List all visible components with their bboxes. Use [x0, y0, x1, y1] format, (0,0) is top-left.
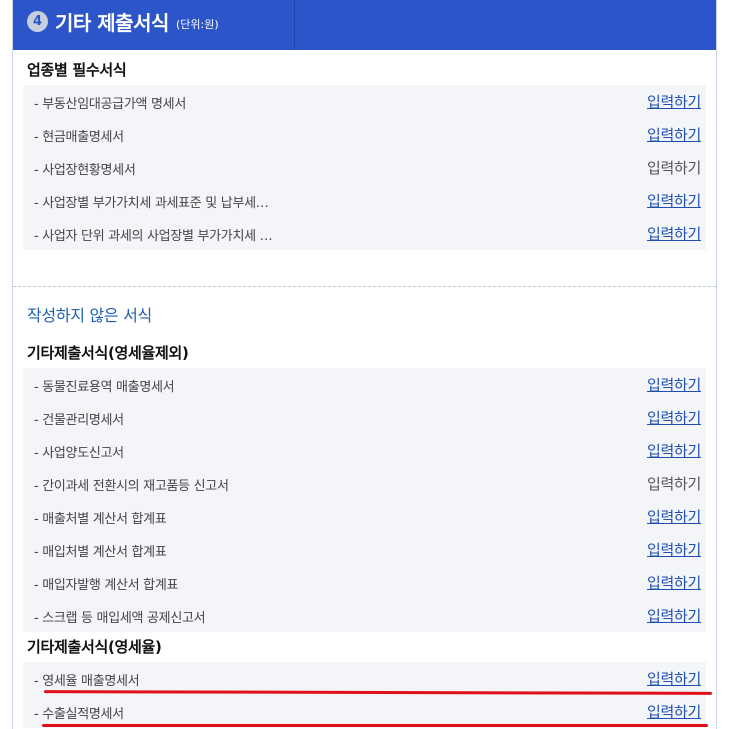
form-row: - 건물관리명세서 입력하기 [23, 401, 706, 434]
form-row: - 매입처별 계산서 합계표 입력하기 [23, 533, 706, 566]
form-name: - 매출처별 계산서 합계표 [34, 512, 167, 527]
form-row: - 매출처별 계산서 합계표 입력하기 [23, 500, 706, 533]
section-divider [13, 286, 716, 287]
form-name: - 수출실적명세서 [34, 707, 124, 722]
section-number-badge: 4 [27, 11, 48, 32]
input-button[interactable]: 입력하기 [647, 701, 701, 722]
input-button[interactable]: 입력하기 [647, 539, 701, 560]
required-forms-title: 업종별 필수서식 [27, 61, 127, 79]
form-name: - 간이과세 전환시의 재고품등 신고서 [34, 479, 229, 494]
unwritten-forms-title: 작성하지 않은 서식 [27, 306, 152, 325]
form-name: - 부동산임대공급가액 명세서 [34, 97, 186, 112]
form-name: - 매입자발행 계산서 합계표 [34, 578, 179, 593]
form-row: - 사업장별 부가가치세 과세표준 및 납부세… 입력하기 [23, 184, 706, 217]
input-button[interactable]: 입력하기 [647, 124, 701, 145]
form-name: - 동물진료용역 매출명세서 [34, 380, 175, 395]
form-row: - 스크랩 등 매입세액 공제신고서 입력하기 [23, 599, 706, 632]
form-name: - 사업자 단위 과세의 사업장별 부가가치세 … [34, 229, 273, 244]
form-name: - 현금매출명세서 [34, 130, 124, 145]
required-forms-list: - 부동산임대공급가액 명세서 입력하기 - 현금매출명세서 입력하기 - 사업장현황명… [23, 85, 706, 250]
input-button[interactable]: 입력하기 [647, 190, 701, 211]
section-title: 기타 제출서식 [55, 11, 169, 35]
form-name: - 영세율 매출명세서 [34, 674, 140, 689]
form-row: - 간이과세 전환시의 재고품등 신고서 입력하기 [23, 467, 706, 500]
other-forms-panel: 4 기타 제출서식 (단위:원) 업종별 필수서식 - 부동산임대공급가액 명세… [12, 0, 717, 729]
input-button: 입력하기 [646, 475, 701, 493]
section-header: 4 기타 제출서식 (단위:원) [13, 0, 716, 50]
form-name: - 건물관리명세서 [34, 413, 124, 428]
header-divider [294, 0, 295, 50]
form-name: - 사업장현황명세서 [34, 163, 136, 178]
form-name: - 매입처별 계산서 합계표 [34, 545, 167, 560]
form-row: - 부동산임대공급가액 명세서 입력하기 [23, 85, 706, 118]
highlight-underline [42, 724, 708, 727]
input-button[interactable]: 입력하기 [647, 223, 701, 244]
input-button[interactable]: 입력하기 [647, 506, 701, 527]
form-name: - 사업장별 부가가치세 과세표준 및 납부세… [34, 196, 269, 211]
input-button[interactable]: 입력하기 [647, 440, 701, 461]
form-row: - 현금매출명세서 입력하기 [23, 118, 706, 151]
input-button[interactable]: 입력하기 [647, 374, 701, 395]
input-button: 입력하기 [646, 159, 701, 177]
input-button[interactable]: 입력하기 [647, 572, 701, 593]
zero-rate-forms-title: 기타제출서식(영세율) [27, 638, 162, 656]
input-button[interactable]: 입력하기 [647, 91, 701, 112]
form-row: - 동물진료용역 매출명세서 입력하기 [23, 368, 706, 401]
form-row: - 사업자 단위 과세의 사업장별 부가가치세 … 입력하기 [23, 217, 706, 250]
unit-label: (단위:원) [176, 18, 219, 31]
form-name: - 사업양도신고서 [34, 446, 124, 461]
input-button[interactable]: 입력하기 [647, 407, 701, 428]
other-forms-excl-list: - 동물진료용역 매출명세서 입력하기 - 건물관리명세서 입력하기 - 사업양도신고서… [23, 368, 706, 632]
form-row: - 사업장현황명세서 입력하기 [23, 151, 706, 184]
form-row: - 사업양도신고서 입력하기 [23, 434, 706, 467]
input-button[interactable]: 입력하기 [647, 668, 701, 689]
zero-rate-forms-list: - 영세율 매출명세서 입력하기 - 수출실적명세서 입력하기 [23, 662, 706, 728]
input-button[interactable]: 입력하기 [647, 605, 701, 626]
form-name: - 스크랩 등 매입세액 공제신고서 [34, 611, 206, 626]
form-row: - 매입자발행 계산서 합계표 입력하기 [23, 566, 706, 599]
other-forms-excl-title: 기타제출서식(영세율제외) [27, 344, 189, 362]
